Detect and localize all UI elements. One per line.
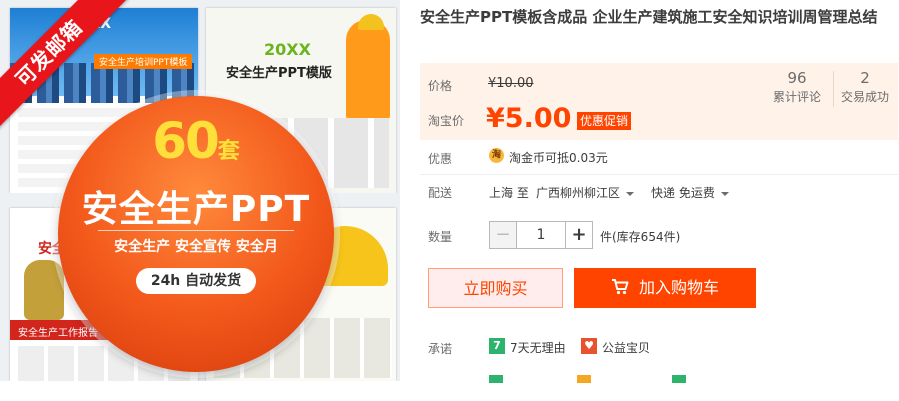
sales-count-value: 2 — [860, 69, 870, 87]
discount-text: 淘金币可抵0.03元 — [509, 151, 608, 165]
ship-destination-select[interactable]: 广西柳州柳江区 — [536, 184, 635, 201]
quantity-stepper: − + — [489, 221, 593, 249]
price-panel: 价格 ¥10.00 淘宝价 ¥5.00 优惠促销 96 累计评论 2 交易成功 — [420, 63, 898, 140]
product-main-image[interactable]: 20XX 安全生产培训PPT模板 20XX 安全生产PPT模版 安全生产 安全生… — [0, 0, 400, 381]
review-count-value: 96 — [787, 69, 807, 87]
sales-count-label: 交易成功 — [840, 90, 889, 104]
review-count-label: 累计评论 — [772, 90, 821, 104]
helmet-illustration — [358, 14, 384, 30]
seven-day-return-link[interactable]: 7天无理由 — [510, 339, 566, 356]
bell-illustration — [24, 260, 64, 320]
cart-icon — [611, 279, 629, 295]
quantity-input[interactable] — [517, 221, 565, 249]
buy-now-button[interactable]: 立即购买 — [428, 268, 563, 308]
price-label: 价格 — [428, 79, 453, 93]
partial-payment-icon — [489, 375, 503, 383]
slide2-title: 20XX — [264, 40, 311, 59]
chevron-down-icon — [720, 191, 729, 196]
charity-link[interactable]: 公益宝贝 — [602, 339, 650, 356]
promo-badge: 60套 安全生产PPT 安全生产 安全宣传 安全月 24h 自动发货 — [58, 96, 334, 372]
promise-label: 承诺 — [428, 342, 453, 356]
shipping-method-select[interactable]: 快递 免运费 — [651, 184, 729, 201]
add-to-cart-button[interactable]: 加入购物车 — [574, 268, 756, 308]
ship-from: 上海 至 — [489, 186, 529, 200]
promo-price-label: 淘宝价 — [428, 114, 465, 128]
slide1-subtitle: 安全生产培训PPT模板 — [94, 54, 193, 69]
seven-day-return-icon: 7 — [489, 338, 505, 354]
ship-destination-value: 广西柳州柳江区 — [536, 186, 621, 200]
shipping-label: 配送 — [428, 186, 453, 200]
promo-tag[interactable]: 优惠促销 — [577, 112, 632, 130]
badge-tags: 安全生产 安全宣传 安全月 — [114, 239, 278, 255]
slide3-subtitle: 安全生产工作报告 — [18, 328, 98, 339]
stock-text: 件(库存654件) — [600, 230, 681, 244]
current-price: ¥5.00 — [486, 103, 572, 134]
charity-icon: ♥ — [581, 338, 597, 354]
badge-count: 60 — [152, 112, 220, 170]
divider — [420, 174, 898, 175]
quantity-label: 数量 — [428, 230, 453, 244]
slide2-subtitle: 安全生产PPT模版 — [226, 66, 332, 81]
badge-unit: 套 — [217, 139, 240, 164]
product-title: 安全生产PPT模板含成品 企业生产建筑施工安全知识培训周管理总结 — [420, 8, 878, 26]
shipping-method-value: 快递 免运费 — [651, 186, 715, 200]
chevron-down-icon — [626, 191, 635, 196]
review-count[interactable]: 96 累计评论 — [766, 68, 828, 106]
badge-pill: 24h 自动发货 — [136, 268, 256, 294]
taobao-coin-icon: 淘 — [489, 148, 504, 163]
partial-payment-icon — [577, 375, 591, 383]
partial-payment-icon — [672, 375, 686, 383]
original-price: ¥10.00 — [488, 76, 534, 91]
increase-button[interactable]: + — [565, 221, 593, 249]
badge-title: 安全生产PPT — [81, 189, 311, 230]
worker-illustration — [346, 20, 390, 120]
sales-count[interactable]: 2 交易成功 — [834, 68, 896, 106]
add-to-cart-label: 加入购物车 — [638, 278, 719, 297]
discount-label: 优惠 — [428, 152, 453, 166]
decrease-button[interactable]: − — [489, 221, 517, 249]
